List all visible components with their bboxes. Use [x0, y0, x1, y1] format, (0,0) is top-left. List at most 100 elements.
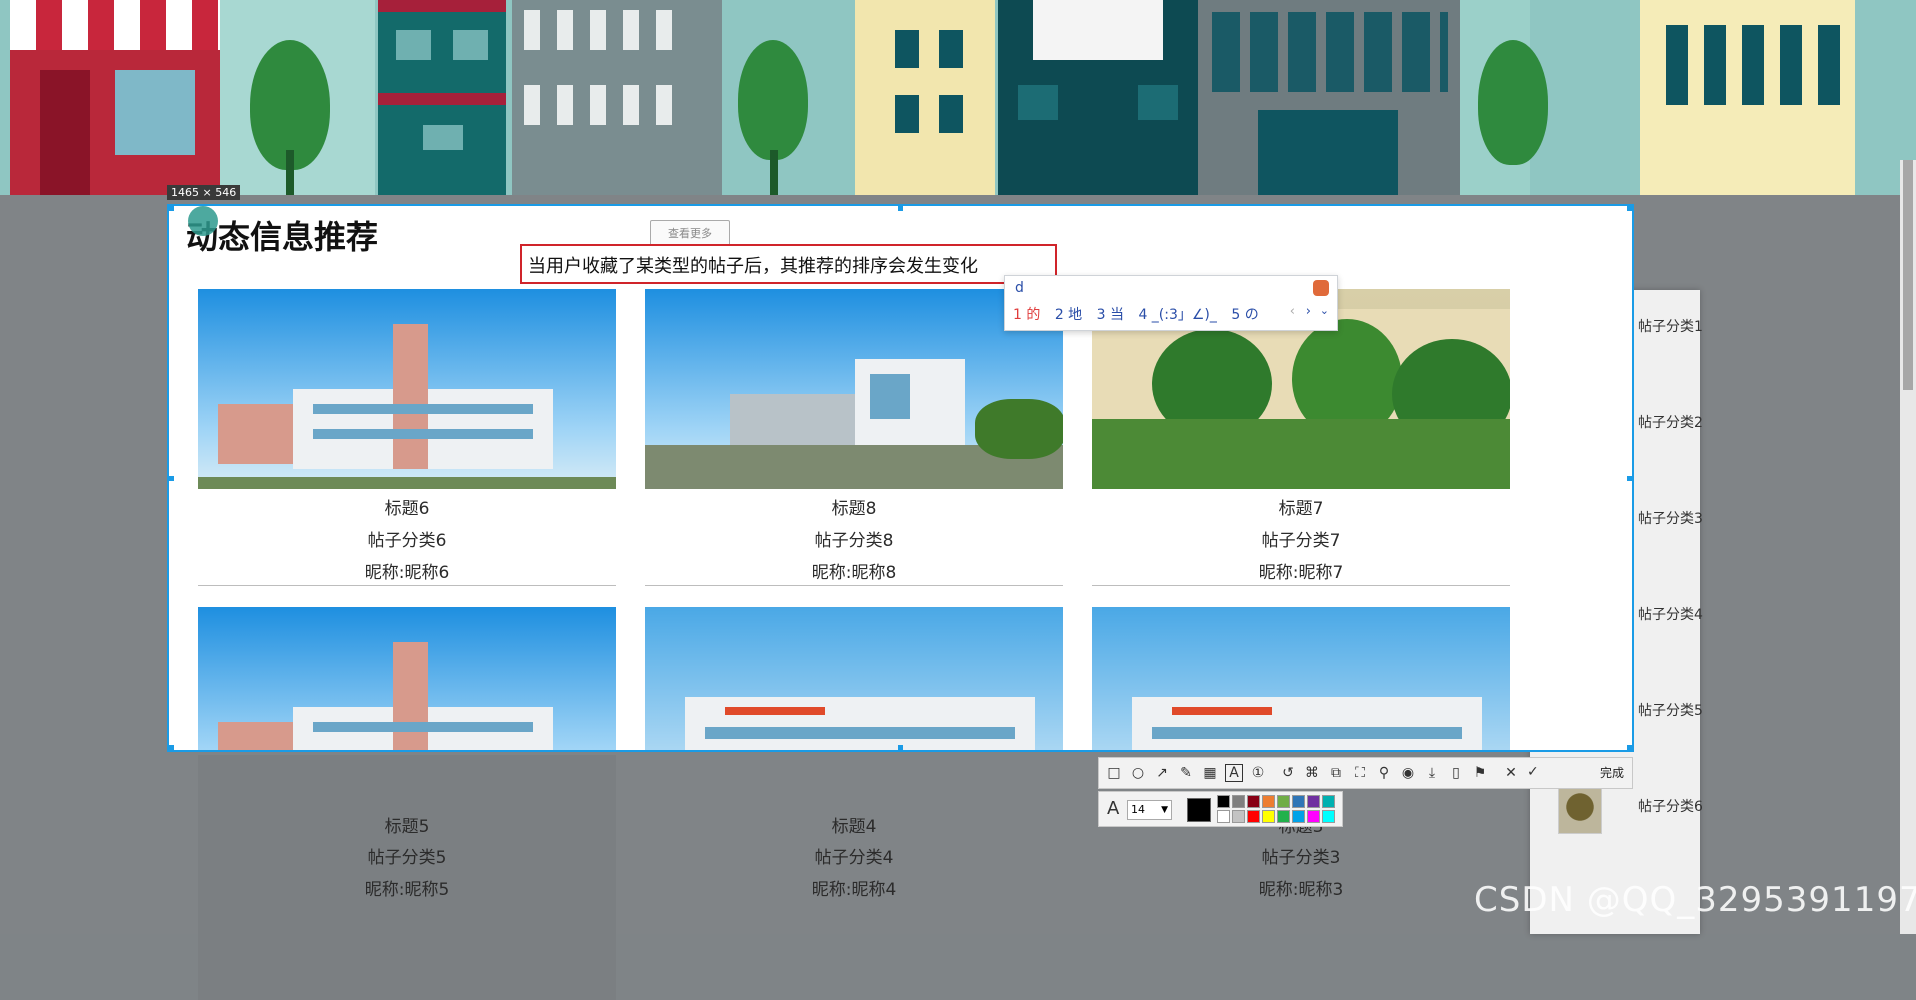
card-image[interactable]	[198, 607, 616, 750]
card-title: 标题8	[831, 499, 877, 519]
card-nickname: 昵称:昵称5	[364, 880, 450, 900]
card-image[interactable]	[645, 607, 1063, 750]
card-category: 帖子分类3	[1261, 848, 1341, 868]
card-nickname: 昵称:昵称7	[1258, 563, 1344, 583]
capture-selection[interactable]: 动态信息推荐 标题6 帖子分类6 昵称:昵称6 标题8 帖子分类8 昵称:昵称8…	[167, 204, 1634, 752]
shop-building	[10, 0, 220, 195]
sidebar-item-label: 帖子分类3	[1638, 511, 1703, 527]
card-title: 标题7	[1278, 499, 1324, 519]
download-icon[interactable]: ⤓	[1423, 764, 1441, 782]
pin-icon[interactable]: ⚲	[1375, 764, 1393, 782]
card-category: 帖子分类4	[814, 848, 894, 868]
capture-toolbar: □ ○ ↗ ✎ ▦ A ① ↺ ⌘ ⧉ ⛶ ⚲ ◉ ⤓ ▯ ⚑ ✕ ✓ 完成	[1098, 757, 1633, 789]
color-swatch[interactable]	[1277, 795, 1290, 808]
dark-building	[998, 0, 1198, 195]
color-swatch[interactable]	[1217, 810, 1230, 823]
annotation-text: 当用户收藏了某类型的帖子后，其推荐的排序会发生变化	[528, 256, 978, 277]
scan-icon[interactable]: ⛶	[1351, 764, 1369, 782]
text-icon[interactable]: A	[1225, 764, 1243, 782]
number-icon[interactable]: ①	[1249, 764, 1267, 782]
card-title: 标题5	[384, 817, 430, 837]
gray-building	[512, 0, 722, 195]
color-swatch[interactable]	[1322, 810, 1335, 823]
bookmark-icon[interactable]: ⚑	[1471, 764, 1489, 782]
color-swatch[interactable]	[1307, 795, 1320, 808]
card-image[interactable]	[1092, 607, 1510, 750]
sidebar-item-label: 帖子分类1	[1638, 319, 1703, 335]
card-category: 帖子分类7	[1261, 531, 1341, 551]
card-image[interactable]	[645, 289, 1063, 489]
scrollbar-thumb[interactable]	[1903, 160, 1913, 390]
sidebar-item-label: 帖子分类6	[1638, 799, 1703, 815]
office-building	[1198, 0, 1460, 195]
beige-building	[855, 0, 995, 195]
card-nickname: 昵称:昵称3	[1258, 880, 1344, 900]
ime-candidates: 1 的 2 地 3 当 4 _(:3」∠)_ 5 の	[1013, 304, 1269, 324]
card-divider	[1092, 585, 1510, 586]
ime-candidate[interactable]: 2 地	[1055, 307, 1082, 323]
pen-icon[interactable]: ✎	[1177, 764, 1195, 782]
font-label: A	[1107, 798, 1120, 819]
sidebar-item-label: 帖子分类5	[1638, 703, 1703, 719]
dimmed-card-text: 标题5 帖子分类5 昵称:昵称5 标题4 帖子分类4 昵称:昵称4 标题3 帖子…	[198, 812, 1528, 912]
check-icon[interactable]: ✓	[1527, 764, 1539, 780]
sidebar-item-label: 帖子分类4	[1638, 607, 1703, 623]
current-color[interactable]	[1187, 798, 1211, 822]
mosaic-icon[interactable]: ▦	[1201, 764, 1219, 782]
card-title: 标题6	[384, 499, 430, 519]
ime-candidate[interactable]: 5 の	[1231, 307, 1258, 323]
ime-candidate[interactable]: 4 _(:3」∠)_	[1138, 307, 1216, 323]
color-swatch[interactable]	[1232, 810, 1245, 823]
color-swatch[interactable]	[1247, 810, 1260, 823]
sidebar-item[interactable]: 帖子分类6	[1558, 780, 1708, 840]
done-button[interactable]: 完成	[1600, 764, 1624, 781]
color-swatch[interactable]	[1277, 810, 1290, 823]
watermark: CSDN @QQ_3295391197	[1474, 880, 1916, 920]
font-size-select[interactable]: 14 ▼	[1127, 800, 1172, 820]
ime-candidate[interactable]: 1 的	[1013, 307, 1040, 323]
cursor-dot-icon	[188, 206, 218, 236]
rectangle-icon[interactable]: □	[1105, 764, 1123, 782]
card-category: 帖子分类5	[367, 848, 447, 868]
color-swatch[interactable]	[1292, 795, 1305, 808]
color-swatch[interactable]	[1292, 810, 1305, 823]
font-size-value: 14	[1131, 803, 1145, 816]
copy-icon[interactable]: ⧉	[1327, 764, 1345, 782]
ime-candidate[interactable]: 3 当	[1097, 307, 1124, 323]
card-category: 帖子分类8	[814, 531, 894, 551]
phone-icon[interactable]: ▯	[1447, 764, 1465, 782]
color-swatch[interactable]	[1247, 795, 1260, 808]
selection-size-label: 1465 × 546	[167, 185, 241, 200]
color-swatch[interactable]	[1262, 795, 1275, 808]
card-divider	[645, 585, 1063, 586]
record-icon[interactable]: ◉	[1399, 764, 1417, 782]
chevron-down-icon: ▼	[1161, 805, 1168, 815]
ime-expand-icon[interactable]: ⌄	[1320, 304, 1329, 317]
color-swatch[interactable]	[1232, 795, 1245, 808]
close-icon[interactable]: ✕	[1502, 764, 1520, 782]
ime-prev-icon[interactable]: ‹	[1290, 304, 1295, 319]
card-nickname: 昵称:昵称4	[811, 880, 897, 900]
color-swatch[interactable]	[1307, 810, 1320, 823]
color-swatch[interactable]	[1262, 810, 1275, 823]
text-style-bar: A 14 ▼	[1098, 791, 1343, 827]
arrow-icon[interactable]: ↗	[1153, 764, 1171, 782]
street-banner	[0, 0, 1916, 195]
card-divider	[198, 585, 616, 586]
undo-icon[interactable]: ↺	[1279, 764, 1297, 782]
ime-logo-icon	[1313, 280, 1329, 296]
card-title: 标题4	[831, 817, 877, 837]
sidebar-item-label: 帖子分类2	[1638, 415, 1703, 431]
text-annotation-input[interactable]: 当用户收藏了某类型的帖子后，其推荐的排序会发生变化	[520, 244, 1057, 284]
ocr-icon[interactable]: ⌘	[1303, 764, 1321, 782]
teal-building	[378, 0, 506, 195]
card-image[interactable]	[198, 289, 616, 489]
color-swatch[interactable]	[1322, 795, 1335, 808]
card-nickname: 昵称:昵称6	[364, 563, 450, 583]
color-swatch[interactable]	[1217, 795, 1230, 808]
card-category: 帖子分类6	[367, 531, 447, 551]
ime-next-icon[interactable]: ›	[1306, 304, 1311, 319]
card-nickname: 昵称:昵称8	[811, 563, 897, 583]
ellipse-icon[interactable]: ○	[1129, 764, 1147, 782]
ime-candidate-window[interactable]: d 1 的 2 地 3 当 4 _(:3」∠)_ 5 の ‹ › ⌄	[1004, 275, 1338, 331]
